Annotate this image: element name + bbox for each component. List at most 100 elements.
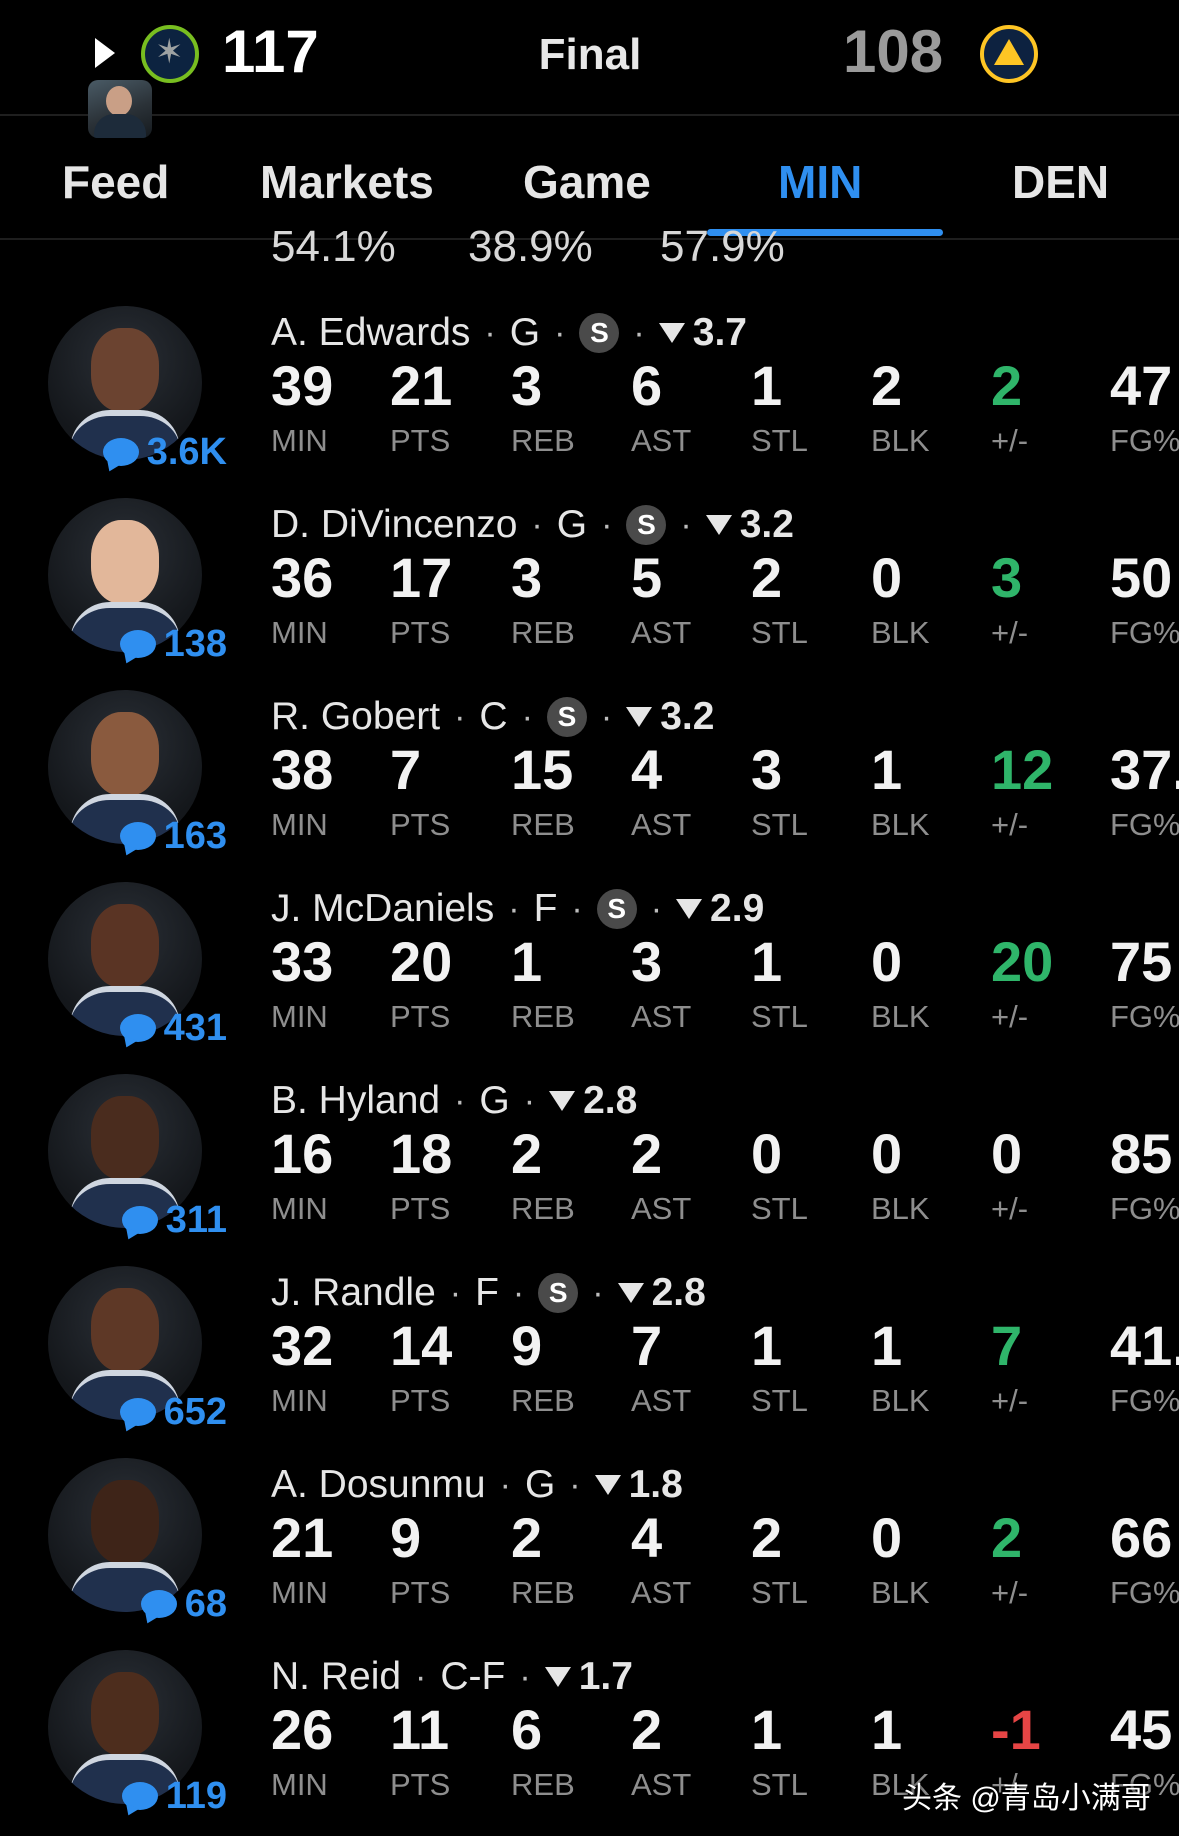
rating-icon	[544, 1667, 571, 1687]
tab-markets[interactable]: Markets	[260, 152, 434, 212]
stat-4: 1 STL	[751, 1312, 861, 1420]
stat-value: 4	[631, 1506, 663, 1569]
stat-label: FG%	[1110, 999, 1179, 1034]
comment-count[interactable]: 119	[121, 1772, 227, 1820]
player-rating: 3.2	[660, 695, 715, 738]
player-info: R. Gobert · C · S · 3.2	[271, 692, 714, 742]
stat-1: 18 PTS	[390, 1120, 500, 1228]
play-icon[interactable]	[95, 38, 115, 68]
comment-count[interactable]: 163	[119, 812, 227, 860]
stat-value: 1	[871, 738, 903, 801]
stat-value: 12	[991, 738, 1054, 801]
tab-min[interactable]: MIN	[778, 152, 862, 212]
tab-feed[interactable]: Feed	[62, 152, 169, 212]
stat-label: AST	[631, 615, 692, 650]
stat-label: BLK	[871, 1575, 930, 1610]
stat-0: 36 MIN	[271, 544, 381, 652]
tab-game[interactable]: Game	[523, 152, 651, 212]
stat-value: 6	[511, 1698, 543, 1761]
stat-value: 9	[511, 1314, 543, 1377]
player-row[interactable]: 138 D. DiVincenzo · G · S · 3.2 36 MIN 17 PTS 3 REB 5 A…	[0, 492, 1179, 684]
stat-value: 0	[871, 546, 903, 609]
player-row[interactable]: 163 R. Gobert · C · S · 3.2 38 MIN 7 PTS 15 REB 4 AST 3 S…	[0, 684, 1179, 876]
stat-4: 3 STL	[751, 736, 861, 844]
stat-value: 2	[631, 1698, 663, 1761]
stat-value: 1	[751, 354, 783, 417]
stat-value: 3	[751, 738, 783, 801]
stat-label: BLK	[871, 1383, 930, 1418]
stat-label: FG%	[1110, 615, 1179, 650]
separator: ·	[680, 505, 692, 544]
stat-label: STL	[751, 1191, 808, 1226]
stat-value: 32	[271, 1314, 334, 1377]
rating-icon	[676, 899, 703, 919]
player-rating: 1.7	[578, 1655, 633, 1698]
tab-den[interactable]: DEN	[1012, 152, 1109, 212]
stat-label: +/-	[991, 1191, 1029, 1226]
comment-count[interactable]: 431	[119, 1004, 227, 1052]
stat-value: 2	[511, 1122, 543, 1185]
stat-label: FG%	[1110, 1383, 1179, 1418]
separator: ·	[454, 1081, 466, 1120]
comment-bubble-icon	[119, 1014, 156, 1042]
stat-label: REB	[511, 1575, 575, 1610]
starter-badge: S	[626, 505, 667, 545]
stat-1: 9 PTS	[390, 1504, 500, 1612]
rating-icon	[658, 323, 685, 343]
comment-count[interactable]: 311	[121, 1196, 227, 1244]
stat-value: 36	[271, 546, 334, 609]
rating-icon	[549, 1091, 576, 1111]
stat-value: 85	[1110, 1122, 1173, 1185]
stat-label: MIN	[271, 1767, 328, 1802]
player-row[interactable]: 68 A. Dosunmu · G · 1.8 21 MIN 9 PTS 2 REB 4 AST 2 STL 0…	[0, 1452, 1179, 1644]
stat-value: 38	[271, 738, 334, 801]
stat-5: 2 BLK	[871, 352, 981, 460]
stat-value: 41.	[1110, 1314, 1179, 1377]
player-row[interactable]: 652 J. Randle · F · S · 2.8 32 MIN 14 PTS 9 REB 7 AST 1 S…	[0, 1260, 1179, 1452]
comment-count-value: 163	[163, 814, 227, 857]
player-name: R. Gobert	[271, 695, 441, 738]
stat-5: 0 BLK	[871, 544, 981, 652]
player-name: B. Hyland	[271, 1079, 441, 1122]
stat-label: AST	[631, 423, 692, 458]
comment-count[interactable]: 138	[119, 620, 227, 668]
stat-5: 0 BLK	[871, 1120, 981, 1228]
comment-bubble-icon	[119, 822, 156, 850]
player-position: C-F	[440, 1655, 506, 1698]
player-position: F	[533, 887, 558, 930]
player-row[interactable]: 3.6K A. Edwards · G · S · 3.7 39 MIN 21 PTS 3 REB 6 AST…	[0, 300, 1179, 492]
away-score: 108	[843, 18, 944, 85]
stat-7: 37. FG%	[1110, 736, 1179, 844]
player-name: A. Dosunmu	[271, 1463, 486, 1506]
separator: ·	[531, 505, 543, 544]
comment-count[interactable]: 3.6K	[102, 428, 227, 476]
stat-label: +/-	[991, 1575, 1029, 1610]
player-row[interactable]: 311 B. Hyland · G · 2.8 16 MIN 18 PTS 2 REB 2 AST 0 STL…	[0, 1068, 1179, 1260]
stat-3: 4 AST	[631, 1504, 741, 1612]
stat-label: PTS	[390, 1383, 451, 1418]
stat-value: 2	[511, 1506, 543, 1569]
stat-7: 50 FG%	[1110, 544, 1179, 652]
stat-value: 2	[991, 1506, 1023, 1569]
stat-label: STL	[751, 999, 808, 1034]
stat-0: 38 MIN	[271, 736, 381, 844]
comment-count-value: 138	[163, 622, 227, 665]
player-position: G	[556, 503, 588, 546]
stat-value: 7	[390, 738, 422, 801]
player-info: N. Reid · C-F · 1.7	[271, 1652, 633, 1702]
stat-2: 3 REB	[511, 352, 621, 460]
stat-value: 45	[1110, 1698, 1173, 1761]
stat-label: STL	[751, 807, 808, 842]
stat-1: 21 PTS	[390, 352, 500, 460]
comment-count[interactable]: 68	[140, 1580, 227, 1628]
starter-badge: S	[546, 697, 587, 737]
stat-label: STL	[751, 1575, 808, 1610]
stat-value: 1	[871, 1314, 903, 1377]
stat-label: PTS	[390, 423, 451, 458]
player-row[interactable]: 431 J. McDaniels · F · S · 2.9 33 MIN 20 PTS 1 REB 3 AS…	[0, 876, 1179, 1068]
stat-label: PTS	[390, 1767, 451, 1802]
stat-value: 18	[390, 1122, 453, 1185]
stat-value: 2	[751, 546, 783, 609]
partial-stat: 54.1%	[271, 222, 396, 271]
comment-count[interactable]: 652	[119, 1388, 227, 1436]
